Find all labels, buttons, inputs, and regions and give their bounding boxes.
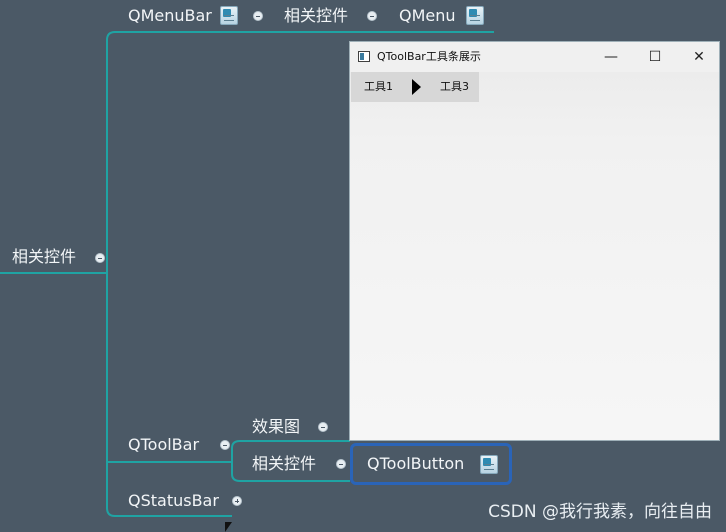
maximize-button[interactable]: ☐ (633, 42, 677, 72)
collapse-toggle-icon[interactable] (367, 11, 377, 21)
root-node-label[interactable]: 相关控件 (12, 247, 76, 267)
tool-button-1[interactable]: 工具1 (364, 79, 393, 95)
mouse-cursor-icon (225, 522, 232, 532)
window-titlebar[interactable]: QToolBar工具条展示 — ☐ ✕ (350, 42, 719, 72)
document-icon[interactable] (220, 6, 238, 25)
selected-qtoolbutton-node[interactable]: QToolButton (350, 443, 512, 485)
window-toolbar: 工具1 工具3 (351, 72, 479, 102)
qstatusbar-node-label[interactable]: QStatusBar (128, 491, 219, 511)
tool-button-3[interactable]: 工具3 (440, 79, 469, 95)
collapse-toggle-icon[interactable] (336, 459, 346, 469)
play-arrow-icon[interactable] (412, 79, 421, 95)
document-icon[interactable] (466, 6, 484, 25)
collapse-toggle-icon[interactable] (220, 440, 230, 450)
qtoolbar-node-label[interactable]: QToolBar (128, 435, 199, 455)
expand-toggle-icon[interactable] (232, 496, 242, 506)
qtoolbutton-node-label: QToolButton (367, 454, 465, 473)
csdn-watermark: CSDN @我行我素，向往自由 (488, 502, 712, 522)
window-title: QToolBar工具条展示 (377, 50, 481, 63)
collapse-toggle-icon[interactable] (318, 422, 328, 432)
effect-image-label[interactable]: 效果图 (252, 417, 300, 437)
app-window-icon (358, 51, 370, 62)
minimize-button[interactable]: — (589, 42, 633, 72)
toolbar-demo-window[interactable]: QToolBar工具条展示 — ☐ ✕ 工具1 工具3 (349, 41, 720, 441)
toolbar-related-controls-label[interactable]: 相关控件 (252, 454, 316, 474)
qmenu-node-label[interactable]: QMenu (399, 6, 456, 26)
close-button[interactable]: ✕ (677, 42, 721, 72)
qmenubar-node-label[interactable]: QMenuBar (128, 6, 212, 26)
collapse-toggle-icon[interactable] (95, 253, 105, 263)
menubar-related-controls-label[interactable]: 相关控件 (284, 6, 348, 26)
collapse-toggle-icon[interactable] (253, 11, 263, 21)
document-icon[interactable] (480, 455, 498, 474)
